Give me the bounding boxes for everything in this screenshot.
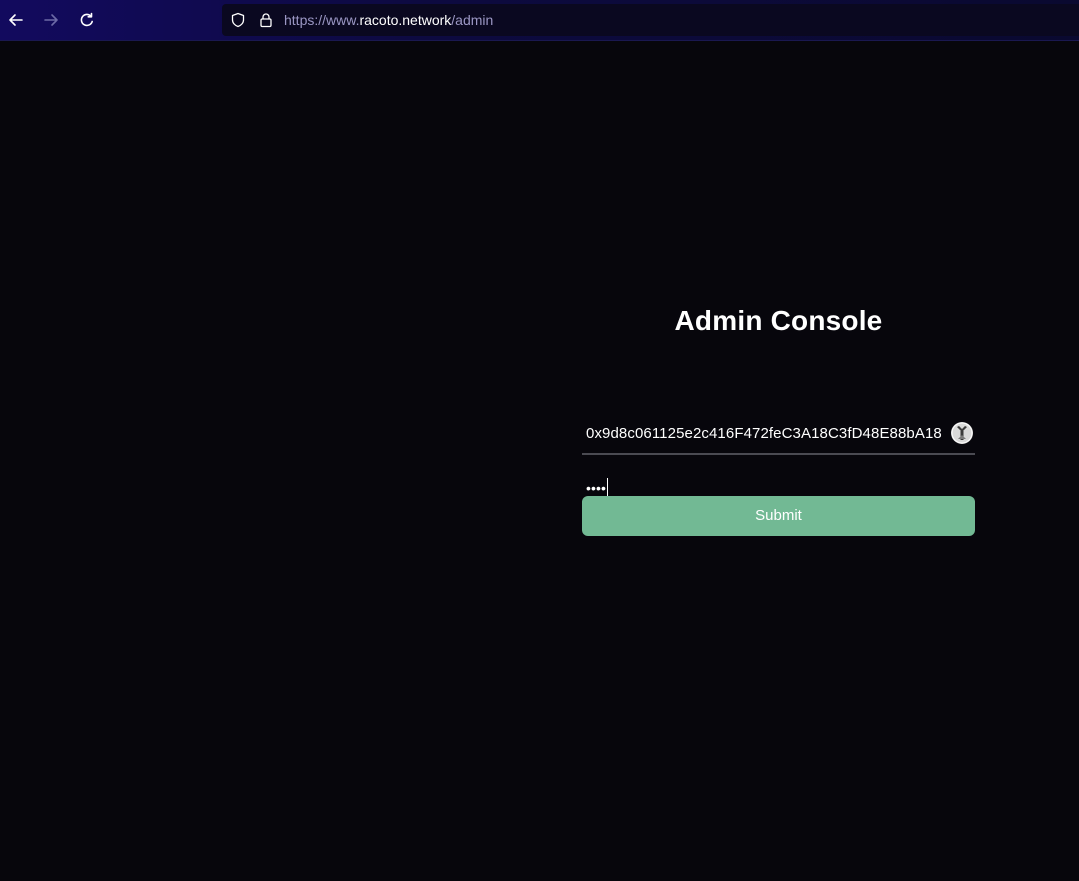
submit-button[interactable]: Submit (582, 496, 975, 536)
url-path: /admin (451, 12, 494, 28)
lock-icon[interactable] (258, 12, 274, 28)
reload-icon (80, 12, 93, 27)
url-scheme: https://www. (284, 12, 360, 28)
url-text[interactable]: https://www.racoto.network/admin (284, 12, 493, 29)
shield-icon[interactable] (230, 12, 246, 28)
browser-toolbar: https://www.racoto.network/admin (0, 0, 1079, 41)
address-field[interactable]: 0x9d8c061125e2c416F472feC3A18C3fD48E88bA… (582, 415, 975, 455)
avatar-glyph (951, 422, 973, 444)
password-value[interactable]: •••• (586, 478, 609, 496)
wallet-avatar-icon[interactable] (951, 422, 973, 444)
forward-button[interactable] (39, 8, 63, 32)
reload-button[interactable] (75, 8, 99, 32)
page-title: Admin Console (674, 305, 883, 336)
page-content (0, 41, 1079, 881)
back-button[interactable] (4, 8, 28, 32)
arrow-right-icon (44, 14, 58, 26)
url-bar[interactable]: https://www.racoto.network/admin (222, 4, 1079, 36)
arrow-left-icon (9, 14, 23, 26)
text-caret (607, 478, 609, 496)
password-mask: •••• (586, 480, 607, 496)
address-value[interactable]: 0x9d8c061125e2c416F472feC3A18C3fD48E88bA… (586, 425, 942, 442)
url-host: racoto.network (359, 12, 452, 28)
